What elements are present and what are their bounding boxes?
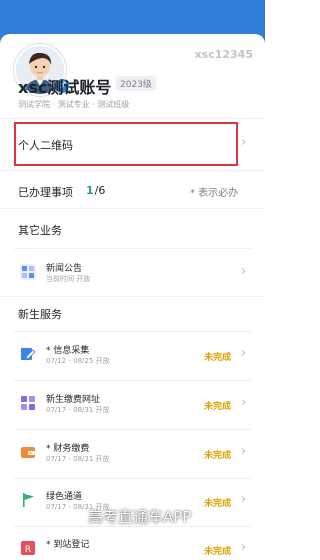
status-badge: 未完成 [204, 402, 232, 412]
grade-badge: 2023级 [116, 76, 156, 91]
school-info: 测试学院 · 测试专业 · 测试班级 [18, 100, 130, 109]
done-items-count: 1/6 [86, 184, 106, 197]
status-badge: 未完成 [204, 547, 232, 557]
item-subtitle: 07/12 - 08/25 开放 [46, 357, 110, 365]
freshman-services-title: 新生服务 [18, 308, 62, 321]
chevron-right-icon: › [241, 135, 247, 150]
edit-icon [20, 346, 36, 362]
watermark: 高考直通车APP [88, 508, 192, 526]
student-id: xsc12345 [194, 48, 253, 61]
divider [14, 331, 251, 332]
divider [14, 478, 251, 479]
item-title: * 财务缴费 [46, 444, 90, 454]
divider [0, 118, 265, 119]
item-title: * 到站登记 [46, 540, 90, 550]
divider [0, 208, 265, 209]
status-badge: 未完成 [204, 451, 232, 461]
chevron-right-icon: › [241, 444, 247, 459]
divider [0, 170, 265, 171]
divider [14, 429, 251, 430]
wallet-icon [20, 444, 36, 460]
chevron-right-icon: › [241, 346, 247, 361]
item-title: 绿色通道 [46, 492, 83, 502]
divider [14, 380, 251, 381]
item-title: * 信息采集 [46, 346, 90, 356]
item-title: 新闻公告 [46, 264, 83, 274]
item-subtitle: 当前时间 开放 [46, 275, 91, 283]
divider [0, 296, 265, 297]
chevron-right-icon: › [241, 264, 247, 279]
chevron-right-icon: › [241, 492, 247, 507]
flag-icon [20, 492, 36, 508]
divider [14, 248, 251, 249]
chevron-right-icon: › [241, 395, 247, 410]
register-icon: R [20, 540, 36, 556]
status-badge: 未完成 [204, 499, 232, 509]
account-name: xsc测试账号 [18, 78, 112, 97]
item-subtitle: 07/17 - 08/31 开放 [46, 406, 110, 414]
svg-text:R: R [25, 545, 31, 555]
news-icon [20, 264, 36, 280]
item-subtitle: 07/17 - 08/31 开放 [46, 455, 110, 463]
item-title: 新生缴费网址 [46, 395, 101, 405]
chevron-right-icon: › [241, 540, 247, 555]
required-note: * 表示必办 [190, 188, 239, 199]
qr-code-label: 个人二维码 [18, 139, 73, 152]
grid-icon [20, 395, 36, 411]
done-items-label: 已办理事项 [18, 186, 73, 199]
other-services-title: 其它业务 [18, 224, 62, 237]
status-badge: 未完成 [204, 353, 232, 363]
